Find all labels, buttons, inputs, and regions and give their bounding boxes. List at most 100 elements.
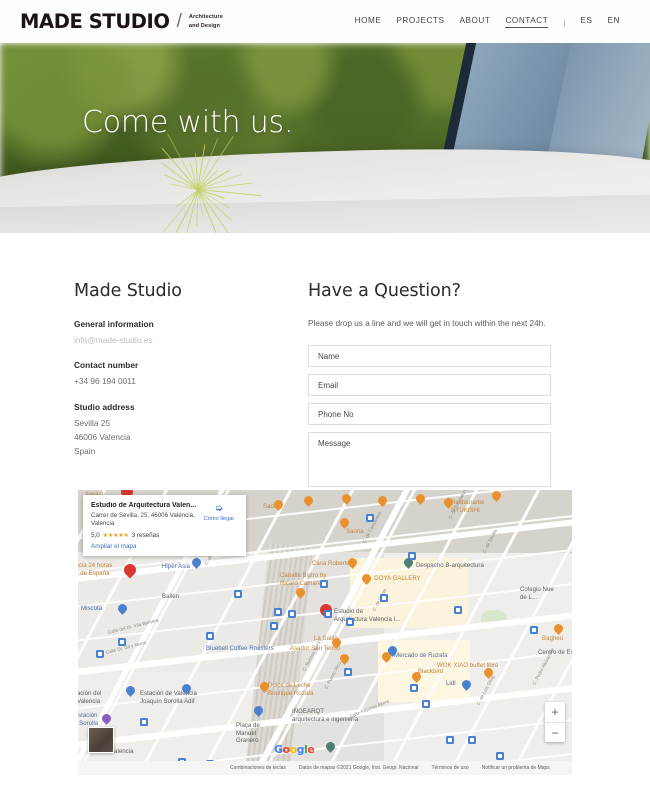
map-marker-pin-icon[interactable] <box>296 588 305 600</box>
expand-map-link[interactable]: Ampliar el mapa <box>91 543 196 550</box>
map-label[interactable]: Hiper Asia <box>162 563 190 571</box>
lang-switch-es[interactable]: ES <box>580 16 592 27</box>
map-transit-icon[interactable] <box>320 580 328 588</box>
zoom-in-button[interactable]: + <box>545 702 565 722</box>
map-transit-icon[interactable] <box>366 514 374 522</box>
map-transit-icon[interactable] <box>288 610 296 618</box>
map-label[interactable]: GOYA GALLERY <box>374 575 421 583</box>
map-marker-pin-icon[interactable] <box>348 558 357 570</box>
report-problem-link[interactable]: Notificar un problema de Maps <box>482 765 550 771</box>
map-marker-pin-icon[interactable] <box>362 574 371 586</box>
map-marker-pin-icon[interactable] <box>124 564 133 576</box>
value-email[interactable]: info@made-studio.es <box>74 333 255 347</box>
place-card-title[interactable]: Estudio de Arquitectura Valen... <box>91 502 196 509</box>
map-marker-pin-icon[interactable] <box>326 742 335 754</box>
map-label[interactable]: Bagheo <box>542 635 563 643</box>
keyboard-shortcuts-link[interactable]: Combinaciones de teclas <box>230 765 286 771</box>
zoom-out-button[interactable]: − <box>545 722 565 742</box>
map-label[interactable]: Bailén <box>162 593 179 601</box>
map-transit-icon[interactable] <box>270 622 278 630</box>
map-marker-pin-icon[interactable] <box>340 518 349 530</box>
map-label[interactable]: Estudio de Arquitectura Valencia I... <box>334 608 400 623</box>
map-data-attribution: Datos de mapas ©2021 Google, Inst. Geogr… <box>298 765 419 771</box>
name-input[interactable] <box>308 345 551 367</box>
map-marker-pin-icon[interactable] <box>554 624 563 636</box>
directions-arrow-icon: ➭ <box>214 503 224 514</box>
map-label[interactable]: Miscota <box>81 605 102 613</box>
map-marker-pin-icon[interactable] <box>332 638 341 650</box>
nav-item-home[interactable]: HOME <box>355 16 382 27</box>
map-label[interactable]: stación del e Valencia <box>78 690 101 705</box>
map-marker-pin-icon[interactable] <box>412 672 421 684</box>
value-address-line-3: Spain <box>74 446 96 457</box>
terms-of-use-link[interactable]: Términos de uso <box>431 765 468 771</box>
map-marker-pin-icon[interactable] <box>388 646 397 658</box>
map-label[interactable]: Colegio Nue de L... <box>520 586 554 601</box>
map-transit-icon[interactable] <box>324 610 332 618</box>
map-marker-pin-icon[interactable] <box>192 558 201 570</box>
map-marker-pin-icon[interactable] <box>182 684 191 696</box>
map-transit-icon[interactable] <box>140 718 148 726</box>
map-marker-pin-icon[interactable] <box>274 500 283 512</box>
map-transit-icon[interactable] <box>118 638 126 646</box>
info-block-phone: Contact number +34 96 194 0011 <box>74 360 255 388</box>
map-transit-icon[interactable] <box>408 552 416 560</box>
map-marker-pin-icon[interactable] <box>378 496 387 508</box>
map-marker-pin-icon[interactable] <box>260 682 269 694</box>
map-label[interactable]: Dulce de Leche Boutique Ruzafa <box>268 682 313 697</box>
map-marker-pin-icon[interactable] <box>492 491 501 503</box>
map-label[interactable]: INGEARQT arquitectura e ingeniería <box>292 708 358 723</box>
map-marker-pin-icon[interactable] <box>444 498 453 510</box>
place-card-address: Carrer de Sevilla, 25, 46006 Valéncia, V… <box>91 512 195 528</box>
map-transit-icon[interactable] <box>530 626 538 634</box>
map-marker-pin-icon[interactable] <box>342 494 351 506</box>
map-label[interactable]: Despacho B-arquitectura <box>416 562 484 570</box>
map-label[interactable]: nacia 24 horas za de España <box>78 562 112 577</box>
site-logo[interactable]: MADE STUDIO / Architecture and Design <box>20 10 235 33</box>
map-label[interactable]: Casa Roberto <box>312 560 350 568</box>
map-transit-icon[interactable] <box>346 618 354 626</box>
map-label[interactable]: Bluebell Coffee Roasters <box>206 645 274 653</box>
map-marker-pin-icon[interactable] <box>340 654 349 666</box>
map-marker-pin-icon[interactable] <box>416 494 425 506</box>
message-textarea[interactable] <box>308 432 551 487</box>
map-transit-icon[interactable] <box>422 700 430 708</box>
map-label[interactable]: Mercado de Ruzafa <box>394 652 448 660</box>
map-marker-pin-icon[interactable] <box>126 686 135 698</box>
phone-input[interactable] <box>308 403 551 425</box>
map-label[interactable]: Plaça de Manuel Granero <box>236 722 260 745</box>
logo-tagline: Architecture and Design <box>188 14 224 29</box>
map-marker-pin-icon[interactable] <box>484 668 493 680</box>
rating-review-count[interactable]: 3 reseñas <box>132 532 160 539</box>
map-label[interactable]: Estación n Sorolla <box>78 712 98 727</box>
nav-item-projects[interactable]: PROJECTS <box>396 16 444 27</box>
map-transit-icon[interactable] <box>96 650 104 658</box>
map-transit-icon[interactable] <box>410 684 418 692</box>
map-transit-icon[interactable] <box>274 608 282 616</box>
value-address-line-2: 46006 Valencia <box>74 431 131 442</box>
map-transit-icon[interactable] <box>468 736 476 744</box>
map-transit-icon[interactable] <box>234 590 242 598</box>
map-marker-pin-icon[interactable] <box>304 496 313 508</box>
map-transit-icon[interactable] <box>206 632 214 640</box>
email-input[interactable] <box>308 374 551 396</box>
rating-stars-icon: ★★★★★ <box>102 532 129 539</box>
map-transit-icon[interactable] <box>344 668 352 676</box>
map-marker-pin-icon[interactable] <box>254 706 263 718</box>
map-marker-pin-icon[interactable] <box>462 680 471 692</box>
nav-item-about[interactable]: ABOUT <box>459 16 490 27</box>
map-transit-icon[interactable] <box>380 594 388 602</box>
directions-label: Cómo llegar <box>203 516 235 522</box>
map-marker-pin-icon[interactable] <box>102 714 111 726</box>
directions-button[interactable]: ➭ Cómo llegar <box>200 502 238 550</box>
map-label[interactable]: Lidl <box>446 680 456 688</box>
lang-switch-en[interactable]: EN <box>608 16 620 27</box>
hero-plant-decoration <box>152 131 262 233</box>
nav-item-contact[interactable]: CONTACT <box>505 16 549 28</box>
street-view-thumbnail[interactable] <box>88 727 114 753</box>
google-map-embed[interactable]: AasivaPlaza de Toros de ValenciaTurqueta… <box>78 490 572 775</box>
map-transit-icon[interactable] <box>446 736 454 744</box>
map-marker-pin-icon[interactable] <box>118 604 127 616</box>
map-transit-icon[interactable] <box>496 752 504 760</box>
map-transit-icon[interactable] <box>454 606 462 614</box>
